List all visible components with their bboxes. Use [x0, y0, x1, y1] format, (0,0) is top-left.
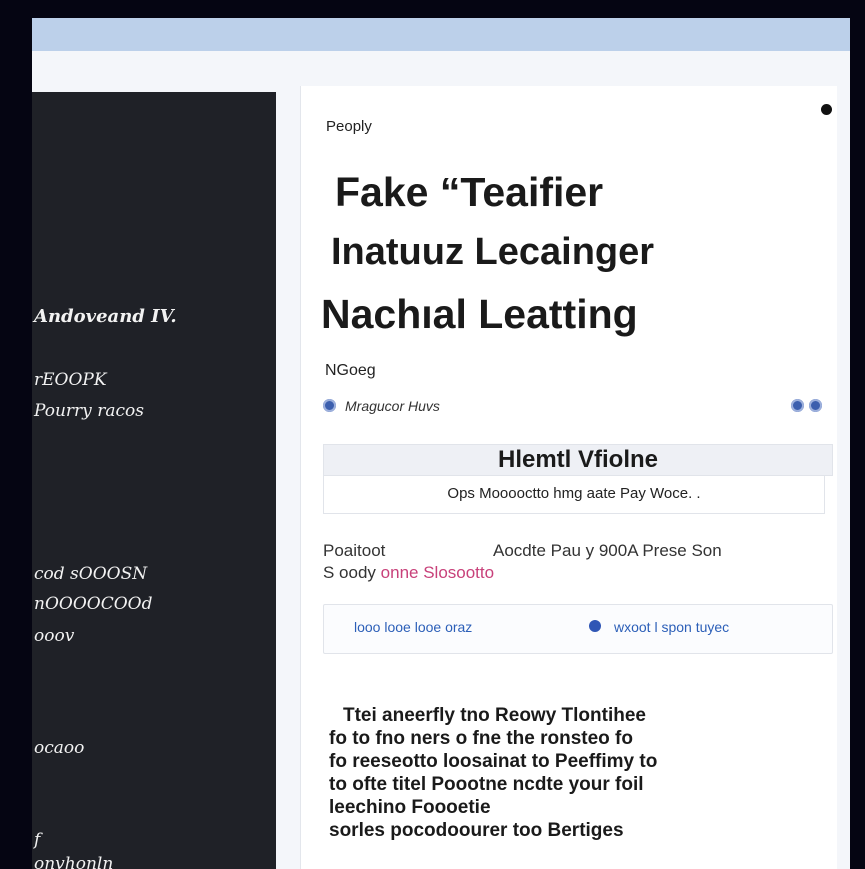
widget-field-row: Poaitoot Aocdte Pau y 900A Prese Son S o… — [323, 540, 831, 584]
sidebar-item[interactable]: ocaoo — [34, 738, 84, 758]
link-left[interactable]: looo looe looe oraz — [354, 619, 472, 635]
links-bar: looo looe looe oraz wxoot l spon tuyec — [323, 604, 833, 654]
sidebar-item[interactable]: ooov — [34, 626, 74, 646]
body-paragraph: Ttei aneerfly tno Reowy Tlontihee fo to … — [329, 704, 834, 842]
more-menu-icon[interactable] — [821, 104, 832, 115]
body-line: leechino Foooetie — [329, 797, 491, 818]
toggle-dot-icon[interactable] — [791, 399, 804, 412]
page-title-line-3: Nachıal Leatting — [321, 291, 638, 337]
field-value-right: Aocdte Pau y 900A Prese Son — [493, 541, 722, 560]
body-line: sorles pocodoourer too Bertiges — [329, 820, 624, 841]
sidebar: Andoveand IV. rEOOPK Pourry racos cod sO… — [32, 92, 276, 869]
widget-description: Ops Mooooctto hmg aate Pay Woce. . — [323, 475, 825, 514]
page-title-line-1: Fake “Teaifier — [335, 169, 604, 215]
body-line: fo reeseotto loosainat to Peeffimy to — [329, 751, 658, 772]
sidebar-item[interactable]: Pourry racos — [34, 401, 144, 421]
sidebar-item[interactable]: rEOOPK — [34, 370, 107, 390]
bullet-icon — [589, 620, 601, 632]
sidebar-item[interactable]: f — [34, 830, 40, 850]
sidebar-item[interactable]: onvhonln — [34, 854, 113, 869]
page-subtitle: NGoeg — [325, 362, 376, 379]
toggle-dot-icon[interactable] — [809, 399, 822, 412]
page-title-line-2: Inatuuz Lecainger — [331, 231, 655, 273]
widget-card: Hlemtl Vfiolne Ops Mooooctto hmg aate Pa… — [323, 444, 833, 594]
app-window: Andoveand IV. rEOOPK Pourry racos cod sO… — [32, 18, 850, 869]
sidebar-item[interactable]: cod sOOOSN — [34, 564, 147, 584]
body-line: to ofte titel Poootne ncdte your foil — [329, 774, 644, 795]
widget-header: Hlemtl Vfiolne — [323, 444, 833, 476]
message-row: Mragucor Huvs — [323, 396, 833, 416]
message-label: Mragucor Huvs — [345, 398, 440, 414]
field-line2-prefix: S oody — [323, 563, 381, 582]
breadcrumb[interactable]: Peoply — [326, 118, 372, 135]
body-line: fo to fno ners o fne the ronsteo fo — [329, 728, 633, 749]
body-line: Ttei aneerfly tno Reowy Tlontihee — [343, 705, 646, 726]
main-content-panel: Peoply Fake “Teaifier Inatuuz Lecainger … — [300, 86, 837, 869]
field-highlight[interactable]: onne Slosootto — [381, 563, 494, 582]
sidebar-item[interactable]: nOOOOCOOd — [34, 594, 152, 614]
top-bar — [32, 18, 850, 51]
link-right[interactable]: wxoot l spon tuyec — [614, 619, 729, 635]
sidebar-heading: Andoveand IV. — [34, 306, 177, 327]
radio-icon[interactable] — [323, 399, 336, 412]
field-label-left: Poaitoot — [323, 541, 386, 560]
